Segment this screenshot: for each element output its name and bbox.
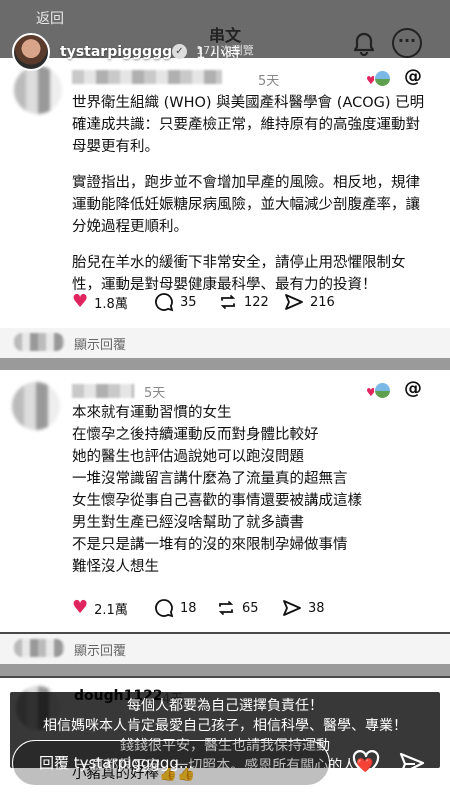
share-button[interactable]: 38 <box>282 598 325 618</box>
post-body: 本來就有運動習慣的女生 在懷孕之後持續運動反而對身體比較好 她的醫生也評估過說她… <box>72 402 427 578</box>
threads-logo-icon: @ <box>404 378 422 399</box>
heart-filled-icon: ♥ <box>72 597 89 618</box>
post-line: 男生對生產已經沒啥幫助了就多讀書 <box>72 515 304 531</box>
blurred-username <box>72 70 222 84</box>
send-icon[interactable] <box>398 750 426 778</box>
repost-count: 122 <box>244 294 269 310</box>
threads-logo-icon: @ <box>404 66 422 87</box>
post-card: 5天 ♥ @ 世界衛生組織 (WHO) 與美國產科醫學會 (ACOG) 已明確達… <box>0 58 450 328</box>
story-username[interactable]: tystarpiggggg <box>60 44 172 60</box>
post-time: 5天 <box>258 74 280 89</box>
like-button[interactable]: ♥ 2.1萬 <box>72 598 128 618</box>
comment-button[interactable]: 35 <box>154 292 197 312</box>
post-time: 5天 <box>144 386 166 401</box>
post-line: 她的醫生也評估過說她可以跑沒問題 <box>72 449 304 465</box>
post-paragraph: 世界衛生組織 (WHO) 與美國產科醫學會 (ACOG) 已明確達成共識：只要產… <box>72 95 425 155</box>
caption-line: 相信媽咪本人肯定最愛自己孩子，相信科學、醫學、專業！ <box>43 718 407 734</box>
post-line: 難怪沒人想生 <box>72 559 159 575</box>
story-avatar[interactable] <box>12 33 50 71</box>
share-icon <box>285 294 303 310</box>
post-line: 本來就有運動習慣的女生 <box>72 405 232 421</box>
reply-avatars <box>14 639 64 657</box>
post-actions: ♥ 2.1萬 18 65 38 <box>72 598 392 622</box>
like-count: 1.8萬 <box>94 296 128 312</box>
show-replies-row[interactable]: 顯示回覆 <box>0 634 450 664</box>
repost-icon <box>220 295 236 309</box>
story-reply-input[interactable]: 回覆 tystarpiggggg... <box>12 740 330 786</box>
show-replies-link[interactable]: 顯示回覆 <box>74 640 126 659</box>
more-options-icon[interactable]: ··· <box>392 28 422 58</box>
reply-avatars <box>14 333 64 351</box>
globe-avatar-icon <box>374 382 391 399</box>
post-paragraph: 實證指出，跑步並不會增加早產的風險。相反地，規律運動能降低妊娠糖尿病風險，並大幅… <box>72 175 420 235</box>
verified-badge-icon: ✓ <box>172 44 187 59</box>
repost-button[interactable]: 122 <box>218 292 269 312</box>
show-replies-row[interactable]: 顯示回覆 <box>0 328 450 358</box>
show-replies-link[interactable]: 顯示回覆 <box>74 334 126 353</box>
blurred-username <box>72 384 134 398</box>
repost-button[interactable]: 65 <box>216 598 259 618</box>
share-button[interactable]: 216 <box>284 292 335 312</box>
divider <box>0 664 450 676</box>
comment-icon <box>155 599 174 618</box>
comment-icon <box>155 293 174 312</box>
bell-icon[interactable] <box>350 30 378 58</box>
avatar <box>12 382 60 430</box>
post-paragraph: 胎兒在羊水的緩衝下非常安全，請停止用恐懼限制女性，運動是對母嬰健康最科學、最有力… <box>72 255 406 293</box>
post-line: 不是只是講一堆有的沒的來限制孕婦做事情 <box>72 537 348 553</box>
post-line: 女生懷孕從事自己喜歡的事情還要被講成這樣 <box>72 493 362 509</box>
divider <box>0 358 450 370</box>
repost-count: 65 <box>242 600 259 616</box>
post-line: 在懷孕之後持續運動反而對身體比較好 <box>72 427 319 443</box>
like-count: 2.1萬 <box>94 602 128 618</box>
heart-filled-icon: ♥ <box>72 291 89 312</box>
globe-avatar-icon <box>374 70 391 87</box>
share-count: 38 <box>308 600 325 616</box>
story-time: 1 小時 <box>196 44 241 62</box>
like-button[interactable]: ♥ 1.8萬 <box>72 292 128 312</box>
avatar <box>14 66 62 114</box>
comment-button[interactable]: 18 <box>154 598 197 618</box>
share-count: 216 <box>310 294 335 310</box>
post-card: 5天 ♥ @ 本來就有運動習慣的女生 在懷孕之後持續運動反而對身體比較好 她的醫… <box>0 370 450 632</box>
repost-icon <box>218 601 234 615</box>
caption-line: 每個人都要為自己選擇負責任！ <box>127 698 323 714</box>
post-body: 世界衛生組織 (WHO) 與美國產科醫學會 (ACOG) 已明確達成共識：只要產… <box>72 92 427 310</box>
heart-icon[interactable] <box>352 750 380 776</box>
post-actions: ♥ 1.8萬 35 122 216 <box>72 292 392 316</box>
post-line: 一堆沒常識留言講什麼為了流量真的超無言 <box>72 471 348 487</box>
story-frame: 返回 串文 171 次瀏覽 5天 ♥ @ 世界衛生組織 (WHO) 與美國產科醫… <box>0 0 450 806</box>
share-icon <box>283 600 301 616</box>
comment-count: 18 <box>180 600 197 616</box>
comment-count: 35 <box>180 294 197 310</box>
